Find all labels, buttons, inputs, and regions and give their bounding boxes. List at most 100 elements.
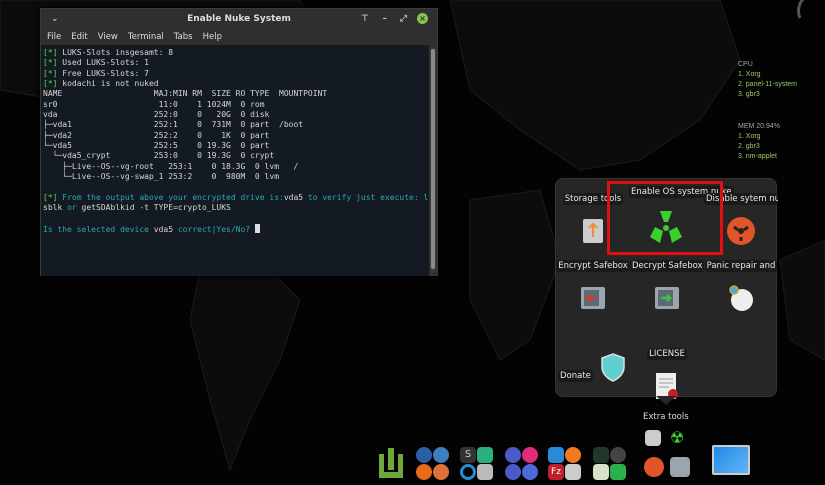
terminal-text: [*]	[43, 68, 58, 78]
cpu-process: 2. panel-11-system	[738, 81, 798, 88]
network-lock-icon[interactable]	[505, 464, 521, 480]
item-label: Encrypt Safebox	[556, 260, 630, 272]
session-icon[interactable]: S	[460, 447, 476, 463]
cpu-title: CPU	[738, 61, 753, 68]
cpu-process: 3. gbr3	[738, 91, 760, 98]
archive-icon[interactable]	[565, 464, 581, 480]
item-label: Panic repair and	[704, 260, 778, 272]
desktop-icon[interactable]	[712, 445, 750, 475]
safe-mini-icon[interactable]	[670, 457, 690, 477]
safe-encrypt-icon	[581, 287, 605, 309]
terminal-text: getSDAblkid -t TYPE=crypto_LUKS	[76, 203, 231, 213]
terminal-line: ├─vda2 252:2 0 1K 0 part	[43, 131, 427, 141]
terminal-text: [*]	[43, 48, 58, 57]
firefox-alt-icon[interactable]	[433, 464, 449, 480]
terminal-text: Is the selected device	[43, 224, 154, 234]
mem-process: 3. nm-applet	[738, 153, 777, 160]
mem-process: 2. gbr3	[738, 143, 760, 150]
network-icon[interactable]	[505, 447, 521, 463]
nuke-mini-icon[interactable]	[644, 457, 664, 477]
terminal-line: └─Live--OS--vg-swap_1 253:2 0 980M 0 lvm	[43, 172, 427, 182]
menu-file[interactable]: File	[47, 32, 61, 42]
window-menu-chevron-icon[interactable]: ⌄	[51, 9, 59, 29]
extra-tools-label: Extra tools	[643, 412, 689, 422]
highlight-box	[607, 181, 723, 255]
item-label: Donate	[558, 370, 593, 382]
terminal-output[interactable]: [*] LUKS-Slots insgesamt: 8 [*] Used LUKS…	[41, 45, 429, 276]
terminal-text: Free LUKS-Slots: 7	[57, 68, 149, 78]
item-encrypt-safebox[interactable]: Encrypt Safebox	[556, 257, 630, 317]
text-cursor	[254, 223, 260, 233]
terminal-text: to verify just execute: l	[303, 192, 429, 202]
window-title: Enable Nuke System	[187, 14, 291, 24]
item-panic-repair[interactable]: Panic repair and	[704, 257, 778, 317]
item-decrypt-safebox[interactable]: Decrypt Safebox	[630, 257, 704, 317]
conky-mem: MEM 20.94% 1. Xorg 2. gbr3 3. nm-applet	[738, 122, 780, 162]
mem-title: MEM 20.94%	[738, 123, 781, 130]
terminal-text: or	[67, 203, 77, 213]
terminal-text: kodachi is not nuked	[57, 79, 159, 89]
terminal-text: └─vda5_crypt 253:0 0 19.3G 0 crypt	[43, 151, 275, 161]
menu-tabs[interactable]: Tabs	[174, 32, 193, 42]
terminal-line: [*] LUKS-Slots insgesamt: 8	[43, 48, 427, 58]
record-icon[interactable]	[522, 447, 538, 463]
menu-bar: File Edit View Terminal Tabs Help	[41, 29, 437, 45]
terminal-line: Is the selected device vda5 correct|Yes/…	[43, 223, 427, 235]
conky-cpu: CPU 1. Xorg 2. panel-11-system 3. gbr3	[738, 60, 797, 100]
refresh-icon[interactable]	[610, 464, 626, 480]
network-lock-alt-icon[interactable]	[522, 464, 538, 480]
maximize-button[interactable]: ⤢	[400, 9, 407, 29]
vpn-icon[interactable]	[460, 464, 476, 480]
terminal-text: LUKS-Slots insgesamt: 8	[57, 48, 174, 57]
item-license[interactable]: LICENSE	[630, 345, 704, 405]
terminal-text: sr0 11:0 1 1024M 0 rom	[43, 99, 265, 109]
item-donate[interactable]: Donate	[556, 345, 630, 386]
terminal-line: [*] kodachi is not nuked	[43, 79, 427, 89]
atom-icon[interactable]	[548, 447, 564, 463]
terminal-text: [*]	[43, 58, 58, 68]
extra-tools-popup: Storage tools Enable OS system nuke Disa…	[555, 178, 778, 405]
terminal-line: sr0 11:0 1 1024M 0 rom	[43, 100, 427, 110]
terminal-text: ├─vda1 252:1 0 731M 0 part /boot	[43, 120, 304, 130]
close-button[interactable]: ×	[417, 13, 428, 24]
minimize-button[interactable]: –	[383, 9, 388, 29]
panic-repair-icon	[729, 285, 753, 311]
monero-icon[interactable]	[565, 447, 581, 463]
terminal-line: ├─Live--OS--vg-root 253:1 0 18.3G 0 lvm …	[43, 162, 427, 172]
kodachi-logo-icon[interactable]	[376, 446, 406, 480]
browser-icon[interactable]	[416, 447, 432, 463]
settings-icon[interactable]	[593, 464, 609, 480]
storage-mini-icon[interactable]	[645, 430, 661, 446]
mem-process: 1. Xorg	[738, 133, 761, 140]
terminal-line: [*] Used LUKS-Slots: 1	[43, 58, 427, 68]
radiation-mini-icon[interactable]: ☢	[670, 430, 686, 446]
filezilla-icon[interactable]: Fz	[548, 464, 564, 480]
terminal-text: vda 252:0 0 20G 0 disk	[43, 110, 270, 120]
firefox-icon[interactable]	[416, 464, 432, 480]
terminal-text: ├─vda2 252:2 0 1K 0 part	[43, 130, 270, 140]
pin-icon[interactable]: ⊤	[361, 9, 369, 29]
terminal-text: └─Live--OS--vg-swap_1 253:2 0 980M 0 lvm	[43, 172, 280, 182]
scrollbar[interactable]	[430, 47, 436, 273]
menu-terminal[interactable]: Terminal	[128, 32, 164, 42]
gamepad-icon[interactable]	[610, 447, 626, 463]
tools-icon[interactable]	[477, 464, 493, 480]
title-bar: ⌄ Enable Nuke System ⊤ – ⤢ ×	[41, 9, 437, 29]
terminal-text: Used LUKS-Slots: 1	[57, 58, 149, 68]
terminal-text: NAME MAJ:MIN RM SIZE RO TYPE MOUNTPOINT	[43, 89, 328, 99]
monitor-icon[interactable]	[593, 447, 609, 463]
menu-view[interactable]: View	[98, 32, 118, 42]
item-label: LICENSE	[647, 348, 687, 360]
usb-drive-icon	[583, 219, 603, 243]
terminal-line: ├─vda1 252:1 0 731M 0 part /boot	[43, 120, 427, 130]
terminal-line: [*] From the output above your encrypted…	[43, 192, 429, 203]
terminal-text: From the output above your encrypted dri…	[57, 192, 284, 202]
menu-edit[interactable]: Edit	[71, 32, 87, 42]
sync-icon[interactable]	[477, 447, 493, 463]
menu-help[interactable]: Help	[203, 32, 222, 42]
terminal-window: ⌄ Enable Nuke System ⊤ – ⤢ × File Edit V…	[40, 8, 438, 276]
terminal-line: [*] Free LUKS-Slots: 7	[43, 69, 427, 79]
globe-icon[interactable]	[433, 447, 449, 463]
